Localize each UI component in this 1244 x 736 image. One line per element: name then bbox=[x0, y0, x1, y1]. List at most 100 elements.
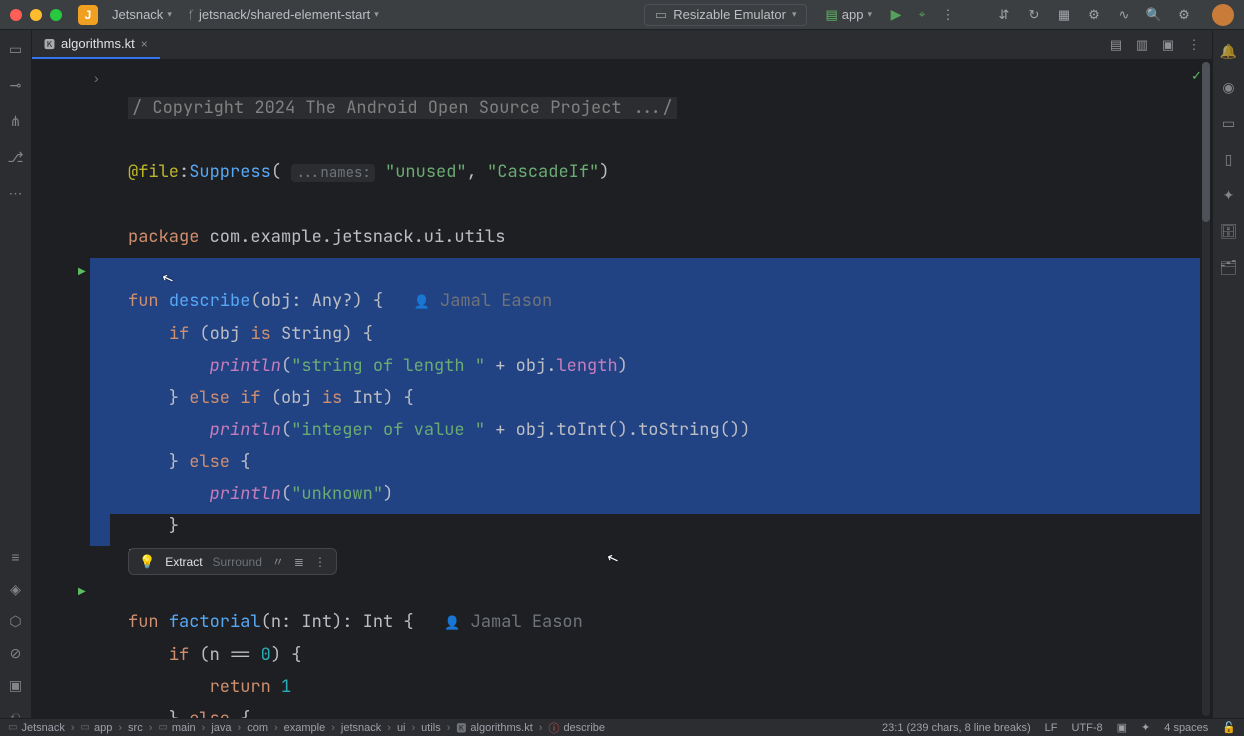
code-author: Jamal Eason bbox=[471, 611, 583, 633]
breadcrumb-item[interactable]: src bbox=[128, 722, 143, 734]
code-token: "unknown" bbox=[291, 483, 383, 505]
code-token: return bbox=[210, 676, 271, 698]
breadcrumb-item[interactable]: jetsnack bbox=[341, 722, 381, 734]
run-button[interactable]: ▶ bbox=[888, 7, 904, 23]
gradle-icon[interactable]: ◉ bbox=[1220, 78, 1238, 96]
minimize-window-icon[interactable] bbox=[30, 9, 42, 21]
cursor-position[interactable]: 23:1 (239 chars, 8 line breaks) bbox=[882, 722, 1031, 734]
code-token: println bbox=[210, 419, 281, 441]
editor-tabs: algorithms.kt × ▤ ▥ ▣ ⋮ bbox=[32, 30, 1212, 60]
run-line-marker-icon[interactable]: ▶ bbox=[78, 266, 86, 277]
editor-area[interactable]: ▶ ▶ › ✓ / Copyright 2024 The Android Ope… bbox=[32, 60, 1212, 718]
function-name-describe: describe bbox=[169, 290, 251, 312]
run-line-marker-icon[interactable]: ▶ bbox=[78, 586, 86, 597]
extract-action[interactable]: Extract bbox=[165, 555, 202, 569]
code-token: Int bbox=[352, 387, 383, 409]
run-config-selector[interactable]: ▤ app ▾ bbox=[817, 7, 880, 23]
surround-action[interactable]: Surround bbox=[213, 555, 262, 569]
app-links-icon[interactable]: ∿ bbox=[1116, 7, 1132, 23]
breadcrumb-item[interactable]: example bbox=[284, 722, 326, 734]
code-token: package bbox=[128, 226, 199, 248]
breadcrumb-item[interactable]: com bbox=[247, 722, 268, 734]
pull-requests-icon[interactable]: ⎇ bbox=[7, 148, 25, 166]
code-token: obj bbox=[516, 419, 547, 441]
notifications-icon[interactable]: 🔔 bbox=[1220, 42, 1238, 60]
tab-algorithms[interactable]: algorithms.kt × bbox=[32, 30, 160, 59]
code-token: fun bbox=[128, 611, 159, 633]
line-separator[interactable]: LF bbox=[1045, 722, 1058, 734]
intention-toolbar[interactable]: 💡 Extract Surround 〃 ≣ ⋮ bbox=[128, 548, 337, 575]
readonly-toggle-icon[interactable]: 🔓 bbox=[1222, 721, 1236, 734]
terminal-icon[interactable]: ▣ bbox=[7, 676, 25, 694]
device-selector[interactable]: ▭ Resizable Emulator ▾ bbox=[644, 4, 808, 26]
branch-icon: ᚶ bbox=[188, 8, 195, 22]
breadcrumb-item[interactable]: main bbox=[172, 722, 196, 734]
build-variants-icon[interactable]: ◈ bbox=[7, 580, 25, 598]
inspection-widget-icon[interactable]: ▣ bbox=[1117, 721, 1127, 734]
editor-split-icon[interactable]: ▥ bbox=[1134, 37, 1150, 53]
code-token: @file bbox=[128, 161, 179, 183]
reformat-action-icon[interactable]: ≣ bbox=[294, 555, 304, 569]
breadcrumb-item[interactable]: app bbox=[94, 722, 112, 734]
bulb-icon[interactable]: 💡 bbox=[139, 554, 155, 570]
editor-preview-icon[interactable]: ▣ bbox=[1160, 37, 1176, 53]
code-token: else bbox=[189, 451, 230, 473]
code-token: "string of length " bbox=[291, 355, 485, 377]
commit-tool-icon[interactable]: ⊸ bbox=[7, 76, 25, 94]
emulator-icon[interactable]: ▯ bbox=[1220, 150, 1238, 168]
problems-icon[interactable]: ⊘ bbox=[7, 644, 25, 662]
code-with-me-icon[interactable]: ⇵ bbox=[996, 7, 1012, 23]
project-name: Jetsnack bbox=[112, 7, 163, 22]
device-explorer-icon[interactable]: 🗂 bbox=[1220, 258, 1238, 276]
profiler-icon[interactable]: ⚙ bbox=[1086, 7, 1102, 23]
vcs-branch-selector[interactable]: ᚶ jetsnack/shared-element-start ▾ bbox=[180, 7, 387, 22]
code-token: toString bbox=[638, 419, 720, 441]
ai-assistant-icon[interactable]: ✦ bbox=[1220, 186, 1238, 204]
project-icon[interactable]: J bbox=[78, 5, 98, 25]
ai-indicator-icon[interactable]: ✦ bbox=[1141, 721, 1150, 734]
bookmarks-icon[interactable]: ≡ bbox=[7, 548, 25, 566]
code-token: Suppress bbox=[189, 161, 271, 183]
breadcrumb-item[interactable]: algorithms.kt bbox=[470, 722, 532, 734]
code-token: 1 bbox=[281, 676, 291, 698]
code-token: is bbox=[250, 323, 270, 345]
sync-icon[interactable]: ↻ bbox=[1026, 7, 1042, 23]
code-content[interactable]: / Copyright 2024 The Android Open Source… bbox=[90, 60, 1212, 718]
close-tab-icon[interactable]: × bbox=[141, 37, 148, 51]
editor-scrollbar-thumb[interactable] bbox=[1202, 62, 1210, 222]
code-token: (n: Int): Int { bbox=[261, 611, 414, 633]
code-token: "CascadeIf" bbox=[487, 161, 599, 183]
more-tools-icon[interactable]: ⋯ bbox=[7, 184, 25, 202]
more-actions-icon[interactable]: ⋮ bbox=[940, 7, 956, 23]
more-intention-icon[interactable]: ⋮ bbox=[314, 555, 326, 569]
chevron-down-icon: ▾ bbox=[374, 9, 379, 20]
run-config-name: app bbox=[842, 7, 864, 22]
indent-setting[interactable]: 4 spaces bbox=[1164, 722, 1208, 734]
services-icon[interactable]: ⬡ bbox=[7, 612, 25, 630]
breadcrumb-item[interactable]: describe bbox=[563, 722, 605, 734]
code-token: 0 bbox=[261, 644, 271, 666]
toolbar-right-icons: ⇵ ↻ ▦ ⚙ ∿ 🔍 ⚙ bbox=[996, 4, 1234, 26]
database-icon[interactable]: 🗄 bbox=[1220, 222, 1238, 240]
structure-tool-icon[interactable]: ⋔ bbox=[7, 112, 25, 130]
breadcrumb-item[interactable]: utils bbox=[421, 722, 441, 734]
folder-icon: ▭ bbox=[81, 722, 90, 733]
project-selector[interactable]: Jetsnack ▾ bbox=[104, 7, 180, 22]
code-token: else bbox=[189, 708, 230, 718]
close-window-icon[interactable] bbox=[10, 9, 22, 21]
debug-button[interactable]: ⌖ bbox=[914, 7, 930, 23]
project-tool-icon[interactable]: ▭ bbox=[7, 40, 25, 58]
device-manager-icon[interactable]: ▭ bbox=[1220, 114, 1238, 132]
zoom-window-icon[interactable] bbox=[50, 9, 62, 21]
breadcrumb-item[interactable]: Jetsnack bbox=[21, 722, 64, 734]
breadcrumb-item[interactable]: ui bbox=[397, 722, 406, 734]
build-icon[interactable]: ▦ bbox=[1056, 7, 1072, 23]
search-icon[interactable]: 🔍 bbox=[1146, 7, 1162, 23]
comment-action-icon[interactable]: 〃 bbox=[272, 553, 284, 570]
editor-more-icon[interactable]: ⋮ bbox=[1186, 37, 1202, 53]
breadcrumb-item[interactable]: java bbox=[211, 722, 231, 734]
editor-view-mode-icon[interactable]: ▤ bbox=[1108, 37, 1124, 53]
user-avatar[interactable] bbox=[1212, 4, 1234, 26]
settings-icon[interactable]: ⚙ bbox=[1176, 7, 1192, 23]
file-encoding[interactable]: UTF-8 bbox=[1071, 722, 1102, 734]
